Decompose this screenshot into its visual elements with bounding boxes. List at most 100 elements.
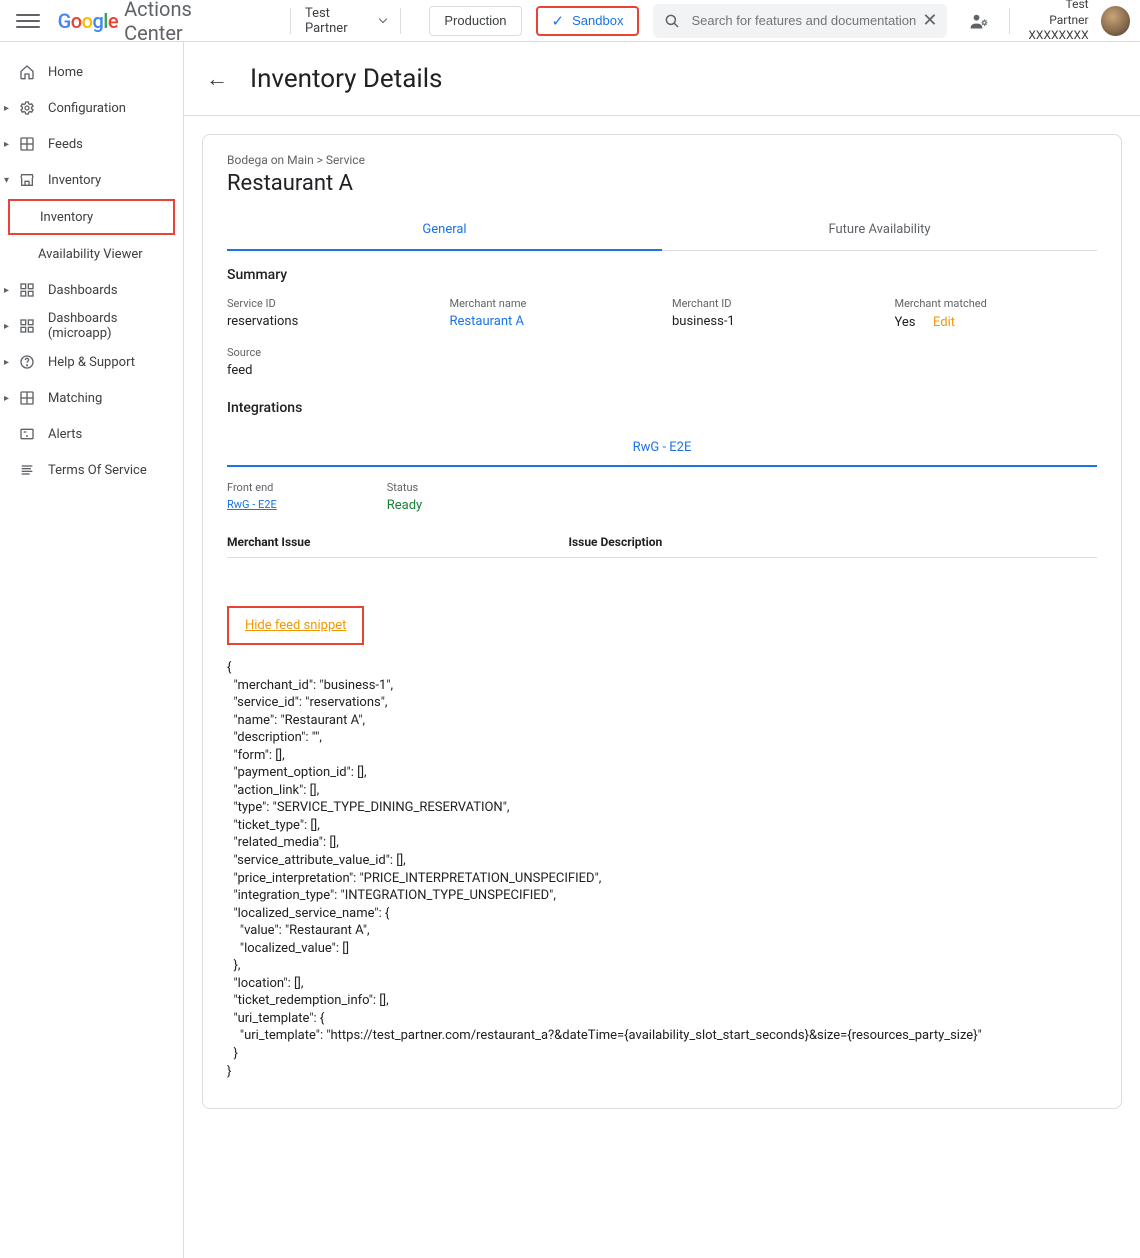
sidebar-item-inventory[interactable]: ▾ Inventory — [0, 162, 183, 198]
alert-icon — [18, 426, 36, 442]
field-service-id: Service ID reservations — [227, 297, 430, 330]
field-source: Source feed — [227, 346, 430, 378]
grid-icon — [18, 390, 36, 406]
field-value: feed — [227, 363, 430, 378]
gear-icon — [18, 100, 36, 116]
sidebar-item-configuration[interactable]: ▸ Configuration — [0, 90, 183, 126]
tab-general[interactable]: General — [227, 212, 662, 251]
store-icon — [18, 172, 36, 188]
field-value: business-1 — [672, 314, 875, 329]
chevron-right-icon: ▸ — [4, 321, 9, 332]
field-merchant-id: Merchant ID business-1 — [672, 297, 875, 330]
search-box[interactable]: ✕ — [653, 4, 947, 38]
chevron-down-icon — [379, 15, 387, 23]
chevron-right-icon: ▸ — [4, 285, 9, 296]
sidebar-item-dashboards-microapp-[interactable]: ▸ Dashboards (microapp) — [0, 308, 183, 344]
sidebar-item-label: Matching — [48, 391, 102, 406]
field-label: Service ID — [227, 297, 430, 310]
top-header: Google Actions Center Test Partner Produ… — [0, 0, 1140, 42]
sidebar-item-label: Alerts — [48, 427, 82, 442]
field-label: Source — [227, 346, 430, 359]
hamburger-menu-icon[interactable] — [16, 9, 40, 33]
field-label: Status — [387, 481, 422, 494]
tos-icon — [18, 462, 36, 478]
divider — [290, 8, 291, 34]
sidebar-item-feeds[interactable]: ▸ Feeds — [0, 126, 183, 162]
search-icon — [663, 12, 681, 30]
sidebar: Home ▸ Configuration ▸ Feeds ▾ Inventory Invent… — [0, 42, 184, 1258]
logo[interactable]: Google Actions Center — [58, 0, 252, 45]
feed-snippet-content: { "merchant_id": "business-1", "service_… — [227, 659, 1097, 1080]
integrations-heading: Integrations — [227, 400, 1097, 416]
sidebar-item-help-support[interactable]: ▸ Help & Support — [0, 344, 183, 380]
close-icon[interactable]: ✕ — [922, 10, 937, 31]
chevron-right-icon: ▸ — [4, 139, 9, 150]
user-text: Test Partner XXXXXXXX — [1024, 0, 1088, 44]
partner-dropdown[interactable]: Test Partner — [305, 6, 386, 36]
sidebar-subitem-availability-viewer[interactable]: Availability Viewer — [0, 236, 183, 272]
breadcrumb: Bodega on Main > Service — [227, 153, 1097, 167]
sidebar-item-label: Inventory — [48, 173, 101, 188]
field-label: Merchant name — [450, 297, 653, 310]
home-icon — [18, 64, 36, 80]
chevron-down-icon: ▾ — [4, 175, 9, 186]
env-sandbox-label: Sandbox — [572, 13, 623, 28]
sidebar-item-home[interactable]: Home — [0, 54, 183, 90]
divider — [1009, 8, 1010, 34]
field-merchant-name: Merchant name Restaurant A — [450, 297, 653, 330]
divider — [400, 8, 401, 34]
user-block[interactable]: Test Partner XXXXXXXX — [1024, 0, 1130, 44]
grid-icon — [18, 136, 36, 152]
dash-icon — [18, 282, 36, 298]
sidebar-item-dashboards[interactable]: ▸ Dashboards — [0, 272, 183, 308]
integrations-tab[interactable]: RwG - E2E — [227, 430, 1097, 467]
field-front-end: Front end RwG - E2E — [227, 481, 277, 513]
back-arrow-icon[interactable]: ← — [206, 66, 228, 92]
summary-grid: Service ID reservations Merchant name Re… — [227, 297, 1097, 378]
help-icon — [18, 354, 36, 370]
sidebar-item-alerts[interactable]: Alerts — [0, 416, 183, 452]
merchant-name-link[interactable]: Restaurant A — [450, 314, 653, 329]
issues-header-row: Merchant Issue Issue Description — [227, 535, 1097, 558]
sidebar-item-label: Terms Of Service — [48, 463, 147, 478]
google-logo: Google — [58, 9, 119, 33]
service-title: Restaurant A — [227, 171, 1097, 196]
search-input[interactable] — [691, 13, 922, 28]
avatar[interactable] — [1101, 6, 1130, 36]
sidebar-subitem-inventory[interactable]: Inventory — [8, 199, 175, 235]
detail-tabs: General Future Availability — [227, 212, 1097, 251]
chevron-right-icon: ▸ — [4, 393, 9, 404]
status-value: Ready — [387, 498, 422, 513]
chevron-right-icon: ▸ — [4, 103, 9, 114]
env-production-label: Production — [444, 13, 506, 28]
user-name: Test Partner — [1024, 0, 1088, 28]
chevron-right-icon: ▸ — [4, 357, 9, 368]
sidebar-item-label: Help & Support — [48, 355, 135, 370]
field-label: Merchant ID — [672, 297, 875, 310]
page-title: Inventory Details — [250, 64, 442, 94]
dash-icon — [18, 318, 36, 334]
front-end-link[interactable]: RwG - E2E — [227, 498, 277, 511]
partner-dropdown-label: Test Partner — [305, 6, 374, 36]
env-production-button[interactable]: Production — [429, 6, 521, 36]
page-header: ← Inventory Details — [184, 42, 1140, 116]
edit-link[interactable]: Edit — [933, 315, 955, 330]
sidebar-item-label: Home — [48, 65, 83, 80]
sidebar-item-label: Feeds — [48, 137, 83, 152]
field-value: Yes — [895, 315, 916, 330]
field-label: Front end — [227, 481, 277, 494]
inventory-card: Bodega on Main > Service Restaurant A Ge… — [202, 134, 1122, 1109]
field-status: Status Ready — [387, 481, 422, 513]
sidebar-item-label: Configuration — [48, 101, 126, 116]
sidebar-item-label: Dashboards — [48, 283, 118, 298]
check-icon: ✓ — [552, 12, 565, 30]
sidebar-item-matching[interactable]: ▸ Matching — [0, 380, 183, 416]
env-sandbox-button[interactable]: ✓ Sandbox — [536, 6, 640, 36]
product-name: Actions Center — [124, 0, 252, 45]
sidebar-item-label: Dashboards (microapp) — [48, 311, 183, 341]
tab-future-availability[interactable]: Future Availability — [662, 212, 1097, 250]
feed-snippet-toggle[interactable]: Hide feed snippet — [227, 606, 364, 645]
person-settings-icon[interactable] — [969, 11, 989, 31]
col-merchant-issue: Merchant Issue — [227, 535, 310, 549]
sidebar-item-terms-of-service[interactable]: Terms Of Service — [0, 452, 183, 488]
